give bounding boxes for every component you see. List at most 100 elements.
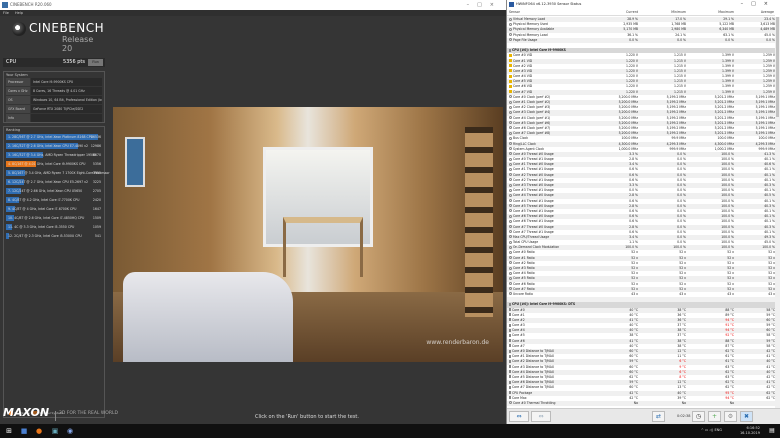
system-value: GeForce RTX 2080 Ti/PCIe/SSE2 — [31, 105, 102, 113]
sensor-name: Core #6 Thread #0 Usage — [513, 214, 554, 219]
sensor-name: Core #3 VID — [513, 68, 533, 73]
scrollbar-thumb[interactable] — [776, 17, 779, 117]
system-row: GFX Board GeForce RTX 2080 Ti/PCIe/SSE2 — [6, 105, 102, 113]
sensor-name: Core #6 Ratio — [513, 281, 535, 286]
windows-start-icon[interactable]: ⊞ — [4, 426, 14, 436]
ranking-item[interactable]: 4. 8C/16T @ 4.01 GHz, Intel Core i9-9900… — [6, 160, 102, 168]
nav-arrows-button[interactable]: ⇔ — [509, 411, 529, 422]
gauge-icon — [509, 147, 512, 151]
system-row: Cores x GHz 8 Cores, 16 Threads @ 4.01 GH… — [6, 87, 102, 95]
render-painting — [125, 137, 145, 187]
ranking-score: 1509 — [92, 216, 101, 220]
save-icon[interactable]: ■ — [19, 426, 29, 436]
ranking-label: 10. 4C/8T @ 2.6 GHz, Intel Core i7-4850H… — [8, 216, 85, 220]
minimize-icon[interactable]: – — [741, 1, 752, 7]
close-icon[interactable]: × — [490, 2, 502, 8]
gauge-icon — [509, 282, 512, 286]
col-minimum[interactable]: Minimum — [641, 9, 689, 15]
sensor-row[interactable]: Core #0 Thermal Throttling No No No — [507, 400, 776, 407]
thermometer-icon — [509, 365, 511, 369]
ranking-score: 5356 — [92, 162, 101, 166]
voltage-icon — [509, 69, 512, 73]
menu-file[interactable]: File — [3, 11, 9, 15]
minimize-icon[interactable]: – — [467, 2, 478, 8]
cinebench-taskbar-icon[interactable]: ◉ — [65, 426, 75, 436]
sensor-name: Core #6 — [512, 338, 525, 343]
close-icon[interactable]: × — [764, 1, 776, 7]
sensor-value — [737, 401, 776, 406]
gauge-icon — [509, 225, 512, 228]
firefox-icon[interactable]: ● — [34, 426, 44, 436]
vertical-scrollbar[interactable] — [775, 17, 780, 408]
render-sofa — [123, 272, 293, 362]
sensor-name: System Agent Clock — [513, 146, 545, 151]
sensor-name: Core #0 Clock (perf #2) — [513, 94, 551, 99]
gauge-icon — [509, 167, 512, 171]
maximize-icon[interactable]: □ — [751, 1, 764, 7]
nav-arrows-alt-button[interactable]: ⇔ — [531, 411, 551, 422]
ranking-item[interactable]: 1. 28C/56T @ 2.7 GHz, Intel Xeon Platinu… — [6, 133, 102, 141]
language-indicator[interactable]: ENG — [714, 428, 722, 432]
voltage-icon — [509, 64, 512, 68]
sensor-name: Core #7 Clock (perf #8) — [513, 131, 551, 136]
sensor-name: Core #1 Ratio — [513, 255, 535, 260]
ranking-score: 12986 — [90, 144, 101, 148]
ranking-score: 3455 — [92, 171, 101, 175]
gauge-icon — [509, 261, 512, 265]
sensor-name: Core #1 Distance to TjMAX — [512, 354, 554, 359]
run-button[interactable]: Run — [88, 59, 103, 66]
settings-gear-icon[interactable]: ⚙ — [724, 411, 737, 422]
ranking-item[interactable]: 11. 4C @ 3.3 GHz, Intel Core i5-3550 CPU… — [6, 223, 102, 231]
thermometer-icon — [509, 354, 511, 358]
clock-icon[interactable]: ◷ — [692, 411, 705, 422]
close-sensors-icon[interactable]: ✖ — [740, 411, 753, 422]
sensor-name: Core #5 Distance to TjMAX — [512, 374, 554, 379]
ranking-score: 6670 — [92, 153, 101, 157]
network-icon[interactable]: ⇄ — [652, 411, 665, 422]
maximize-icon[interactable]: □ — [477, 2, 490, 8]
ranking-label: 12. 2C/4T @ 2.3 GHz, Intel Core i5-5300U… — [8, 234, 82, 238]
ranking-item[interactable]: 8. 4C/8T @ 4.2 GHz, Intel Core i7-7700K … — [6, 196, 102, 204]
add-report-icon[interactable]: + — [708, 411, 721, 422]
sensor-name: Physical Memory Load — [513, 32, 548, 37]
sensor-name: Core #7 Thread #1 Usage — [513, 229, 554, 234]
col-sensor[interactable]: Sensor — [507, 9, 593, 15]
gauge-icon — [509, 209, 512, 213]
tray-icons[interactable]: ^ ▭ ◁) — [701, 428, 715, 432]
col-average[interactable]: Average — [737, 9, 775, 15]
system-key: Processor — [6, 78, 30, 86]
ranking-item[interactable]: 7. 12C/24T @ 2.66 GHz, Intel Xeon CPU X5… — [6, 187, 102, 195]
voltage-icon — [509, 53, 512, 57]
hwinfo-app-icon — [509, 2, 514, 7]
col-current[interactable]: Current — [593, 9, 641, 15]
maxon-wordmark: MAXON — [3, 406, 50, 419]
render-watermark: www.renderbaron.de — [426, 339, 489, 346]
gauge-icon — [509, 121, 512, 125]
ranking-item[interactable]: 10. 4C/8T @ 2.6 GHz, Intel Core i7-4850H… — [6, 214, 102, 222]
gauge-icon — [509, 100, 512, 104]
notifications-icon[interactable]: ▤ — [767, 426, 777, 436]
status-message: Click on the 'Run' button to start the t… — [255, 414, 359, 420]
ranking-item[interactable]: 5. 8C/16T @ 3.4 GHz, AMD Ryzen 7 1700X E… — [6, 169, 110, 177]
ranking-item[interactable]: 12. 2C/4T @ 2.3 GHz, Intel Core i5-5300U… — [6, 232, 102, 240]
sensor-name: Core #5 Ratio — [513, 276, 535, 281]
sensor-name: Core #0 Ratio — [513, 250, 535, 255]
gauge-icon — [509, 271, 512, 275]
menu-help[interactable]: Help — [15, 11, 23, 15]
col-maximum[interactable]: Maximum — [689, 9, 737, 15]
ranking-item[interactable]: 6. 12C/24T @ 2.7 GHz, Intel Xeon CPU E5-… — [6, 178, 102, 186]
ranking-item[interactable]: 2. 16C/32T @ 2.6 GHz, Intel Xeon CPU E7-… — [6, 142, 102, 150]
hwinfo-taskbar-icon[interactable]: ▣ — [50, 426, 60, 436]
sensor-name: Core #2 Clock (perf #3) — [513, 105, 551, 110]
gauge-icon — [509, 245, 512, 249]
gauge-icon — [509, 17, 512, 21]
sensor-name: On-Demand Clock Modulation — [513, 245, 560, 250]
thermometer-icon — [509, 380, 511, 384]
sensor-name: Core #6 VID — [513, 84, 533, 89]
render-table — [283, 217, 363, 277]
clock-date[interactable]: 16.10.2019 — [740, 431, 760, 436]
ranking-item[interactable]: 3. 16C/32T @ 3.4 GHz, AMD Ryzen Threadri… — [6, 151, 102, 159]
system-key: Cores x GHz — [6, 87, 30, 95]
ranking-item[interactable]: 9. 4C/8T @ 4 GHz, Intel Core i7-6700K CP… — [6, 205, 102, 213]
ranking-label: 2. 16C/32T @ 2.6 GHz, Intel Xeon CPU E7-… — [8, 144, 89, 148]
